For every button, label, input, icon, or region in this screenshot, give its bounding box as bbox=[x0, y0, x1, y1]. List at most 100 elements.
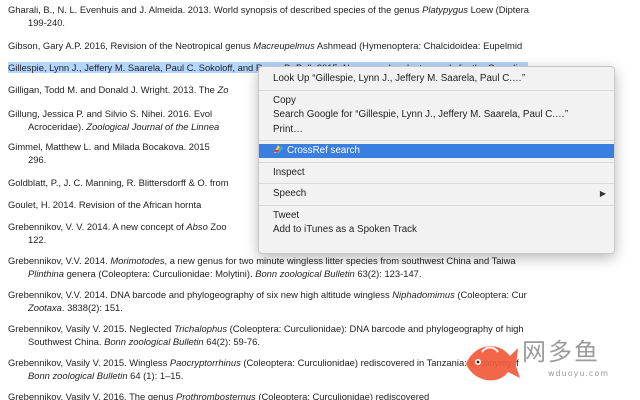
menu-item-label: Print… bbox=[273, 123, 303, 135]
reference-text: Gimmel, Matthew L. and Milada Bocakova. … bbox=[8, 141, 210, 152]
reference-entry: Grebennikov, Vasily V. 2015. Wingless Pa… bbox=[8, 357, 519, 382]
reference-line: Bonn zoological Bulletin 64 (1): 1–15. bbox=[8, 370, 519, 383]
reference-line: Gimmel, Matthew L. and Milada Bocakova. … bbox=[8, 141, 210, 154]
reference-text: Grebennikov, Vasily V. 2016. The genus bbox=[8, 391, 176, 400]
reference-text: 64 (1): 1–15. bbox=[127, 369, 184, 381]
menu-item-speech[interactable]: Speech ▶ bbox=[259, 187, 614, 201]
menu-separator bbox=[259, 204, 614, 206]
reference-text: Acroceridae). bbox=[28, 120, 87, 132]
reference-line: Grebennikov, Vasily V. 2015. Wingless Pa… bbox=[8, 357, 519, 370]
reference-text: , a new genus for two minute wingless li… bbox=[164, 255, 516, 266]
reference-text: 199-240. bbox=[28, 16, 66, 28]
menu-item-crossref-search[interactable]: CrossRef search bbox=[259, 144, 614, 158]
reference-text: Gibson, Gary A.P. 2016, Revision of the … bbox=[8, 40, 254, 51]
reference-line: Grebennikov, Vasily V. 2015. Neglected T… bbox=[8, 323, 524, 336]
menu-item-label: Search Google for “Gillespie, Lynn J., J… bbox=[273, 109, 569, 120]
reference-italic-text: Zootaxa bbox=[28, 301, 62, 313]
reference-text: Ashmead (Hymenoptera: Chalcidoidea: Eupe… bbox=[314, 40, 523, 51]
reference-italic-text: Paocryptorrhinus bbox=[169, 357, 241, 368]
reference-italic-text: Abso bbox=[186, 221, 208, 232]
reference-line: 122. bbox=[8, 234, 227, 247]
reference-text: Gilligan, Todd M. and Donald J. Wright. … bbox=[8, 84, 218, 95]
document-page: Gharali, B., N. L. Evenhuis and J. Almei… bbox=[0, 0, 640, 400]
reference-line: Grebennikov, V. V. 2014. A new concept o… bbox=[8, 221, 227, 234]
reference-entry: Grebennikov, V.V. 2014. DNA barcode and … bbox=[8, 289, 527, 314]
reference-text: Gharali, B., N. L. Evenhuis and J. Almei… bbox=[8, 4, 423, 15]
menu-item-label: CrossRef search bbox=[287, 145, 360, 156]
reference-entry: Grebennikov, V. V. 2014. A new concept o… bbox=[8, 221, 227, 246]
menu-item-print[interactable]: Print… bbox=[259, 123, 614, 137]
menu-item-look-up[interactable]: Look Up “Gillespie, Lynn J., Jeffery M. … bbox=[259, 72, 614, 86]
reference-text: (Coleoptera: Cur bbox=[454, 289, 527, 300]
reference-text: from bbox=[207, 177, 229, 188]
menu-separator bbox=[259, 183, 614, 184]
reference-line: Grebennikov, Vasily V. 2016. The genus P… bbox=[8, 391, 429, 400]
reference-text: (Coleoptera: Curculionidae) rediscovered bbox=[255, 391, 430, 400]
reference-italic-text: Zoological Journal of the Linnea bbox=[86, 120, 220, 132]
reference-entry: Gillung, Jessica P. and Silvio S. Nihei.… bbox=[8, 108, 219, 133]
menu-item-inspect[interactable]: Inspect bbox=[259, 166, 614, 180]
menu-item-add-to-itunes[interactable]: Add to iTunes as a Spoken Track bbox=[259, 223, 614, 237]
reference-entry: Goldblatt, P., J. C. Manning, R. Blitter… bbox=[8, 177, 229, 190]
menu-item-label: Copy bbox=[273, 94, 296, 106]
reference-text: 63(2): 123-147. bbox=[354, 267, 422, 279]
reference-line: Gillung, Jessica P. and Silvio S. Nihei.… bbox=[8, 108, 219, 121]
reference-line: Zootaxa. 3838(2): 151. bbox=[8, 302, 527, 315]
reference-line: Acroceridae). Zoological Journal of the … bbox=[8, 121, 219, 134]
menu-item-label: Add to iTunes as a Spoken Track bbox=[273, 224, 417, 235]
reference-italic-text: Prothrombosternus bbox=[176, 391, 256, 400]
menu-item-label: Speech bbox=[273, 188, 307, 199]
reference-italic-text: Platypygus bbox=[422, 4, 468, 15]
reference-italic-text: Bonn zoological Bulletin bbox=[104, 335, 204, 347]
reference-italic-text: Macreupelmus bbox=[253, 40, 315, 51]
menu-item-label: Inspect bbox=[273, 166, 305, 178]
reference-line: Grebennikov, V.V. 2014. Morimotodes, a n… bbox=[8, 255, 516, 268]
reference-italic-text: Zo bbox=[217, 84, 229, 95]
reference-line: Goldblatt, P., J. C. Manning, R. Blitter… bbox=[8, 177, 229, 190]
reference-entry: Gilligan, Todd M. and Donald J. Wright. … bbox=[8, 84, 228, 97]
context-menu: Look Up “Gillespie, Lynn J., Jeffery M. … bbox=[258, 66, 615, 254]
reference-entry: Gimmel, Matthew L. and Milada Bocakova. … bbox=[8, 141, 210, 166]
reference-text: Grebennikov, V. V. 2014. A new concept o… bbox=[8, 221, 187, 232]
reference-text: Gillung, Jessica P. and Silvio S. Nihei.… bbox=[8, 108, 213, 119]
reference-text: Zoo bbox=[207, 221, 227, 232]
menu-item-label: Look Up “Gillespie, Lynn J., Jeffery M. … bbox=[273, 73, 526, 84]
menu-item-search-google[interactable]: Search Google for “Gillespie, Lynn J., J… bbox=[259, 108, 614, 122]
reference-text: . 3838(2): 151. bbox=[61, 301, 123, 313]
reference-entry: Grebennikov, Vasily V. 2016. The genus P… bbox=[8, 391, 429, 400]
reference-line: Goulet, H. 2014. Revision of the African… bbox=[8, 199, 201, 212]
reference-text: Grebennikov, V.V. 2014. DNA barcode and … bbox=[8, 289, 393, 300]
reference-entry: Gharali, B., N. L. Evenhuis and J. Almei… bbox=[8, 4, 529, 29]
reference-line: Grebennikov, V.V. 2014. DNA barcode and … bbox=[8, 289, 527, 302]
reference-entry: Goulet, H. 2014. Revision of the African… bbox=[8, 199, 201, 212]
watermark-text: 网多鱼 bbox=[522, 338, 600, 366]
reference-line: 199-240. bbox=[8, 17, 529, 30]
crossref-icon bbox=[274, 145, 283, 153]
reference-text: Grebennikov, Vasily V. 2015. Wingless bbox=[8, 357, 170, 368]
reference-italic-text: Morimotodes bbox=[110, 255, 165, 266]
reference-text: 296. bbox=[28, 153, 47, 165]
reference-line: Southwest China. Bonn zoological Bulleti… bbox=[8, 336, 524, 349]
menu-separator bbox=[259, 140, 614, 141]
reference-italic-text: Bonn zoological Bulletin bbox=[28, 369, 128, 381]
reference-line: Gilligan, Todd M. and Donald J. Wright. … bbox=[8, 84, 228, 97]
menu-separator bbox=[259, 161, 614, 163]
reference-text: Grebennikov, Vasily V. 2015. Neglected bbox=[8, 323, 175, 334]
menu-item-tweet[interactable]: Tweet bbox=[259, 209, 614, 223]
menu-item-copy[interactable]: Copy bbox=[259, 94, 614, 108]
reference-text: Goldblatt, P., J. C. Manning, R. Blitter… bbox=[8, 177, 208, 188]
reference-line: 296. bbox=[8, 154, 210, 167]
reference-entry: Gibson, Gary A.P. 2016, Revision of the … bbox=[8, 40, 522, 53]
submenu-arrow-icon: ▶ bbox=[599, 189, 606, 198]
reference-entry: Grebennikov, Vasily V. 2015. Neglected T… bbox=[8, 323, 524, 348]
reference-line: Plinthina genera (Coleoptera: Curculioni… bbox=[8, 268, 516, 281]
reference-entry: Grebennikov, V.V. 2014. Morimotodes, a n… bbox=[8, 255, 516, 280]
menu-item-label: Tweet bbox=[273, 209, 300, 221]
watermark: 网多鱼 wduoyu.com bbox=[460, 330, 640, 400]
reference-italic-text: Trichalophus bbox=[174, 323, 228, 334]
reference-text: Loew (Diptera bbox=[467, 4, 529, 15]
reference-italic-text: Niphadomimus bbox=[392, 289, 455, 300]
fish-icon bbox=[466, 346, 520, 381]
menu-separator bbox=[259, 89, 614, 91]
reference-line: Gibson, Gary A.P. 2016, Revision of the … bbox=[8, 40, 522, 53]
